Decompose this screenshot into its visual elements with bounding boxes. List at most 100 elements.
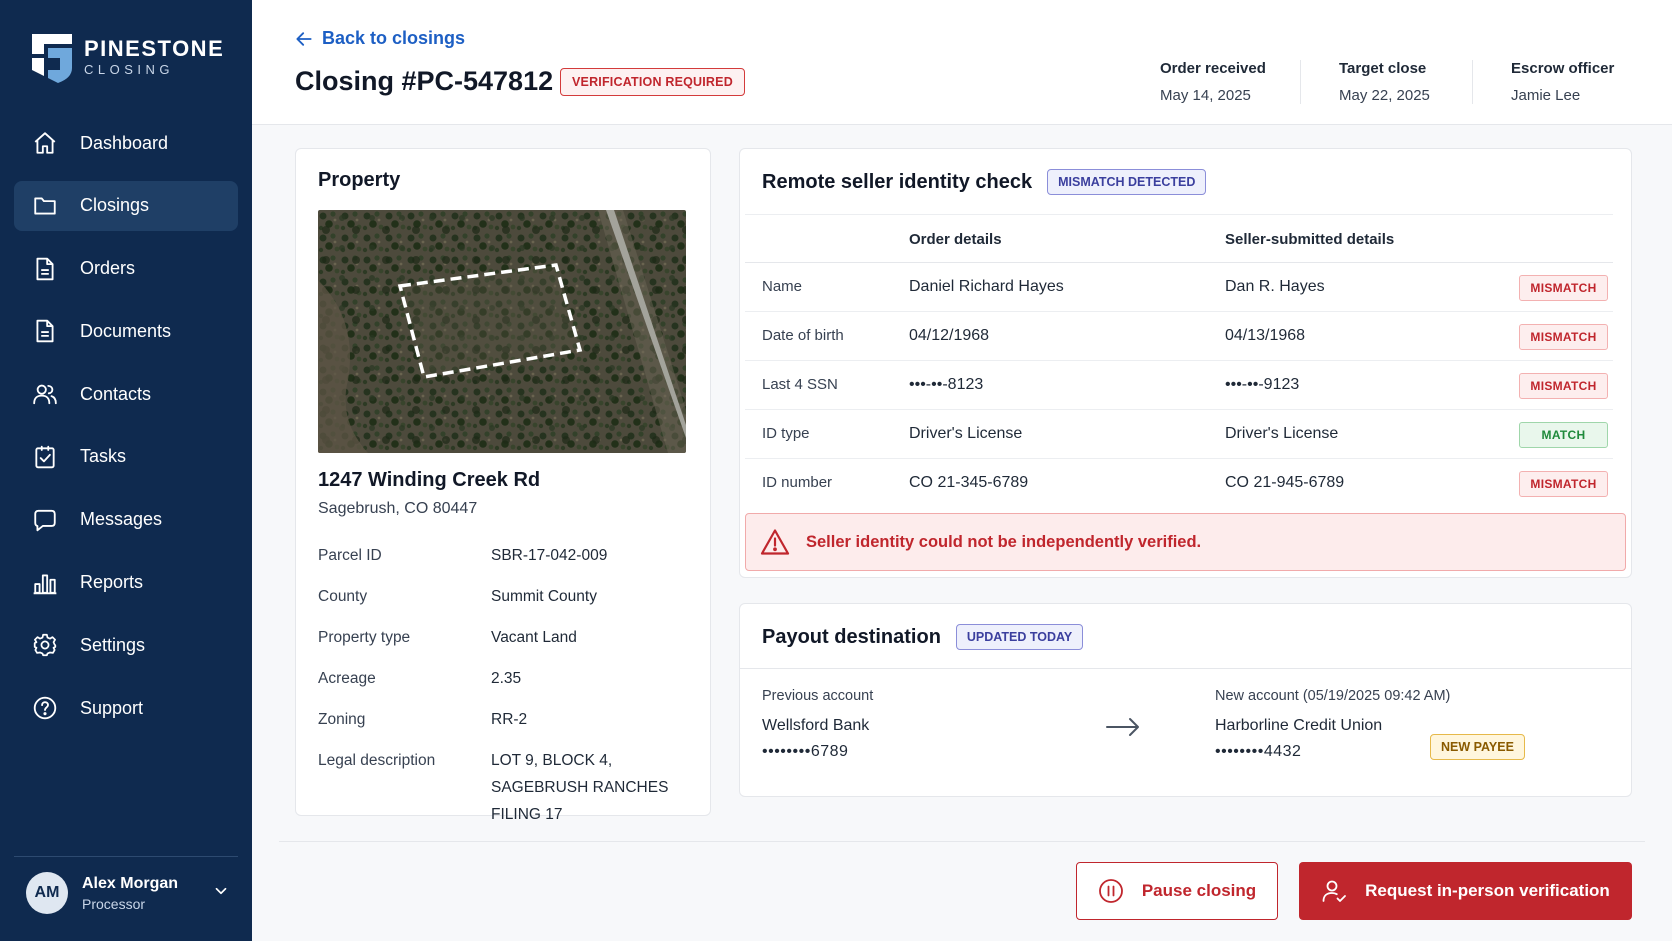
field-value: RR-2 bbox=[491, 711, 528, 728]
sidebar-item-tasks[interactable]: Tasks bbox=[14, 432, 238, 482]
identity-check-card: Remote seller identity check MISMATCH DE… bbox=[739, 148, 1632, 578]
sidebar-item-label: Documents bbox=[80, 320, 172, 341]
property-field-parcel: Parcel ID SBR-17-042-009 bbox=[318, 547, 706, 569]
row-field: ID type bbox=[762, 425, 810, 442]
field-label: County bbox=[318, 588, 368, 605]
sidebar-item-label: Messages bbox=[80, 509, 163, 530]
property-card: Property 1247 Winding Creek Rd Sagebrush… bbox=[295, 148, 711, 823]
pause-closing-button[interactable]: Pause closing bbox=[1076, 862, 1278, 920]
chevron-down-icon[interactable] bbox=[212, 882, 230, 905]
field-value: Vacant Land bbox=[491, 629, 577, 646]
sidebar-item-label: Support bbox=[80, 697, 144, 718]
mismatch-detected-badge: MISMATCH DETECTED bbox=[1047, 169, 1207, 195]
sidebar-item-label: Tasks bbox=[80, 446, 127, 467]
new-payee-badge: NEW PAYEE bbox=[1430, 734, 1525, 760]
mismatch-badge: MISMATCH bbox=[1519, 471, 1608, 497]
new-account-label: New account (05/19/2025 09:42 AM) bbox=[1215, 688, 1451, 704]
meta-escrow-officer: Escrow officer Jamie Lee bbox=[1511, 60, 1614, 104]
row-order-value: Driver's License bbox=[909, 425, 1023, 442]
home-icon bbox=[32, 130, 58, 156]
sidebar-item-settings[interactable]: Settings bbox=[14, 620, 238, 670]
sidebar-item-messages[interactable]: Messages bbox=[14, 495, 238, 545]
back-link-label: Back to closings bbox=[322, 28, 466, 48]
property-field-county: County Summit County bbox=[318, 588, 706, 610]
row-seller-value: CO 21-945-6789 bbox=[1225, 474, 1345, 491]
row-seller-value: Dan R. Hayes bbox=[1225, 278, 1325, 295]
folder-icon bbox=[32, 193, 58, 219]
identity-check-title: Remote seller identity check bbox=[762, 170, 1033, 193]
user-role: Processor bbox=[82, 895, 146, 912]
row-order-value: CO 21-345-6789 bbox=[909, 474, 1029, 491]
field-label: Zoning bbox=[318, 711, 366, 728]
table-row: ID type Driver's License Driver's Licens… bbox=[745, 410, 1613, 459]
column-header-seller: Seller-submitted details bbox=[1225, 231, 1395, 248]
document-icon bbox=[32, 256, 58, 282]
back-to-closings-link[interactable]: Back to closings bbox=[294, 28, 465, 49]
table-row: Last 4 SSN •••-••-8123 •••-••-9123 MISMA… bbox=[745, 361, 1613, 410]
match-badge: MATCH bbox=[1519, 422, 1608, 448]
row-order-value: •••-••-8123 bbox=[909, 376, 984, 393]
property-field-type: Property type Vacant Land bbox=[318, 629, 706, 651]
meta-divider bbox=[1300, 60, 1301, 104]
row-field: Last 4 SSN bbox=[762, 376, 838, 393]
identity-alert: Seller identity could not be independent… bbox=[745, 513, 1626, 571]
sidebar-item-closings[interactable]: Closings bbox=[14, 180, 238, 231]
warning-icon bbox=[760, 529, 790, 555]
sidebar-item-reports[interactable]: Reports bbox=[14, 558, 238, 608]
new-account: New account (05/19/2025 09:42 AM) Harbor… bbox=[1215, 688, 1450, 761]
property-field-zoning: Zoning RR-2 bbox=[318, 711, 706, 733]
pinestone-logo-icon bbox=[30, 32, 74, 84]
property-field-acreage: Acreage 2.35 bbox=[318, 670, 706, 692]
property-title: Property bbox=[318, 169, 401, 191]
bar-chart-icon bbox=[32, 570, 58, 596]
sidebar-item-label: Orders bbox=[80, 258, 136, 279]
user-menu[interactable]: AM Alex Morgan Processor bbox=[26, 872, 230, 914]
brand-sub: CLOSING bbox=[84, 62, 175, 77]
sidebar: PINESTONE CLOSING Dashboard Closings Ord… bbox=[0, 0, 252, 941]
document-icon bbox=[32, 318, 58, 344]
row-order-value: 04/12/1968 bbox=[909, 327, 990, 344]
property-aerial-image[interactable] bbox=[318, 210, 686, 453]
arrow-right-icon bbox=[1105, 716, 1141, 743]
message-icon bbox=[32, 507, 58, 533]
request-verification-button[interactable]: Request in-person verification bbox=[1299, 862, 1632, 920]
brand-logo[interactable]: PINESTONE CLOSING bbox=[30, 32, 224, 84]
previous-account: Previous account Wellsford Bank ••••••••… bbox=[762, 688, 873, 761]
payout-title: Payout destination bbox=[762, 625, 941, 648]
sidebar-item-support[interactable]: Support bbox=[14, 683, 238, 733]
sidebar-item-label: Dashboard bbox=[80, 132, 169, 153]
meta-order-received: Order received May 14, 2025 bbox=[1160, 60, 1266, 104]
field-value: LOT 9, BLOCK 4, SAGEBRUSH RANCHES FILING… bbox=[491, 752, 669, 823]
payout-card: Payout destination UPDATED TODAY Previou… bbox=[739, 603, 1632, 797]
row-field: ID number bbox=[762, 474, 833, 491]
field-label: Parcel ID bbox=[318, 547, 382, 564]
field-label: Legal description bbox=[318, 752, 436, 769]
footer-divider bbox=[279, 841, 1645, 842]
mismatch-badge: MISMATCH bbox=[1519, 373, 1608, 399]
sidebar-item-documents[interactable]: Documents bbox=[14, 306, 238, 356]
sidebar-item-dashboard[interactable]: Dashboard bbox=[14, 118, 238, 168]
table-header: Order details Seller-submitted details bbox=[745, 214, 1613, 263]
previous-account-label: Previous account bbox=[762, 688, 874, 704]
mismatch-badge: MISMATCH bbox=[1519, 324, 1608, 350]
payout-divider bbox=[740, 668, 1631, 669]
field-label: Property type bbox=[318, 629, 411, 646]
help-icon bbox=[32, 695, 58, 721]
meta-divider bbox=[1472, 60, 1473, 104]
column-header-order: Order details bbox=[909, 231, 1002, 248]
meta-label: Target close bbox=[1339, 60, 1427, 77]
table-row: Name Daniel Richard Hayes Dan R. Hayes M… bbox=[745, 263, 1613, 312]
checklist-icon bbox=[32, 444, 58, 470]
field-label: Acreage bbox=[318, 670, 376, 687]
identity-table: Order details Seller-submitted details N… bbox=[745, 214, 1613, 508]
sidebar-divider bbox=[14, 856, 238, 857]
page-title: Closing #PC-547812 bbox=[295, 66, 554, 96]
meta-value: May 22, 2025 bbox=[1339, 87, 1430, 104]
gear-icon bbox=[32, 632, 58, 658]
sidebar-item-orders[interactable]: Orders bbox=[14, 244, 238, 294]
users-icon bbox=[32, 381, 58, 407]
user-check-icon bbox=[1322, 880, 1347, 902]
sidebar-item-label: Contacts bbox=[80, 383, 152, 404]
sidebar-item-contacts[interactable]: Contacts bbox=[14, 369, 238, 419]
brand-name: PINESTONE bbox=[84, 36, 225, 61]
